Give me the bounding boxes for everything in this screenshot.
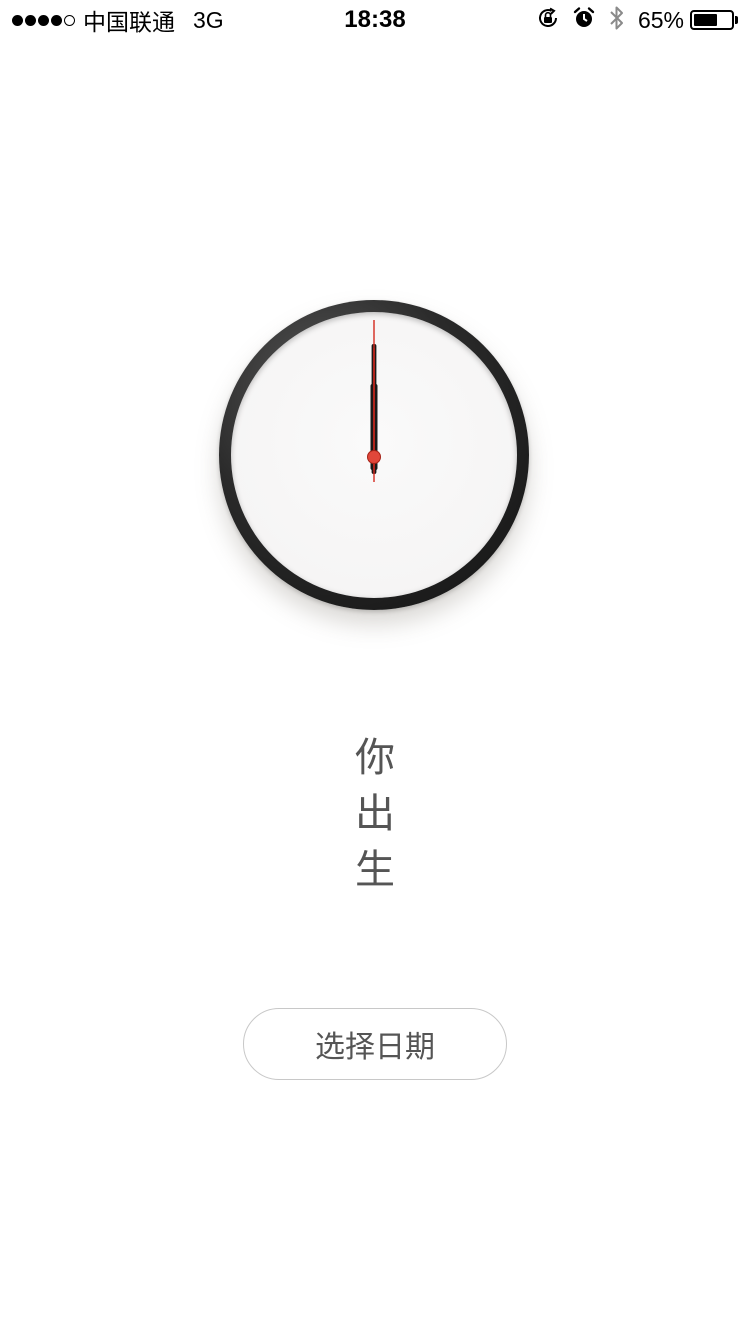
battery-cap [735,16,738,24]
bluetooth-icon [608,4,626,36]
status-bar-right: 65% [536,6,738,34]
alarm-icon [572,6,596,34]
battery-percentage: 65% [637,6,684,33]
clock [219,300,529,610]
vertical-char-3: 生 [355,847,395,893]
vertical-char-2: 出 [355,791,395,837]
orientation-lock-icon [536,6,560,34]
battery-icon [690,10,734,30]
clock-hands [367,320,381,482]
birth-vertical-text: 你 出 生 [0,730,750,898]
vertical-char-1: 你 [355,735,395,781]
status-bar: 中国联通 3G 18:38 65% [0,0,750,40]
clock-pivot [367,450,381,464]
battery-level-fill [694,14,718,26]
select-date-button[interactable]: 选择日期 [243,1008,507,1080]
